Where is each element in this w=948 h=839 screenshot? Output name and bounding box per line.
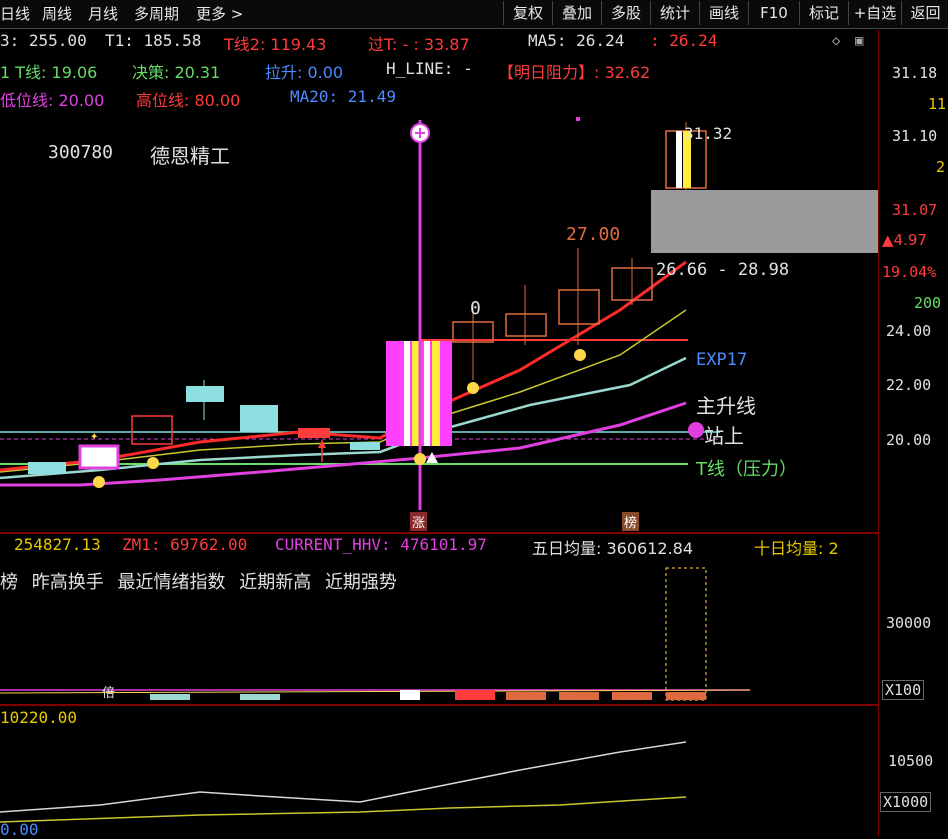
bottom-scale[interactable]: X1000 xyxy=(880,792,932,812)
volume-value: CURRENT_HHV: 476101.97 xyxy=(275,535,487,554)
rank-badge[interactable]: 榜 xyxy=(622,512,640,531)
t-line-label: T线（压力） xyxy=(696,459,797,480)
axis-label: 31.18 xyxy=(892,64,938,82)
main-rise-label: 主升线 xyxy=(696,394,756,418)
axis-label: 24.00 xyxy=(886,322,932,340)
tag-yesterday-turnover[interactable]: 昨高换手 xyxy=(32,572,104,593)
candle-stripe xyxy=(404,341,410,446)
exp17-label: EXP17 xyxy=(696,350,748,370)
volume-value: ZM1: 69762.00 xyxy=(122,535,248,554)
volume-axis-label: 30000 xyxy=(886,614,932,632)
axis-label: 200 xyxy=(914,294,942,312)
station-up-dot xyxy=(688,422,704,438)
axis-label: 31.10 xyxy=(892,127,938,145)
signal-dot xyxy=(93,476,105,488)
dot-marker xyxy=(576,117,580,121)
limit-up-badge[interactable]: 涨 xyxy=(410,512,428,531)
axis-label: 2 xyxy=(936,158,946,176)
candle xyxy=(28,462,66,474)
volume-bar xyxy=(400,690,420,700)
main-rise-line xyxy=(0,401,687,487)
bottom-axis-label: 10500 xyxy=(888,752,934,770)
volume-scale[interactable]: X100 xyxy=(882,680,925,700)
volume-bar xyxy=(612,692,652,700)
butterfly-icon: ✦ xyxy=(90,428,99,444)
tag-rank[interactable]: 榜 xyxy=(0,572,18,593)
footer-value: 0.00 xyxy=(0,820,39,839)
volume-value: 十日均量: 2 xyxy=(754,539,839,558)
candle xyxy=(131,415,173,445)
high-price-label: 31.32 xyxy=(684,124,733,143)
volume-bar xyxy=(666,692,706,700)
axis-label: 31.07 xyxy=(892,201,938,219)
tag-recent-strong[interactable]: 近期强势 xyxy=(325,572,397,593)
signal-dot xyxy=(414,453,426,465)
back-button[interactable]: 返回 xyxy=(901,1,948,25)
candle xyxy=(78,444,120,470)
volume-bar xyxy=(665,567,707,701)
volume-bar xyxy=(506,692,546,700)
resistance-zone xyxy=(651,190,878,253)
candle xyxy=(240,405,278,432)
indicator-curve xyxy=(0,741,687,813)
multiplier-tag: 倍 xyxy=(102,686,116,701)
candle xyxy=(298,428,330,438)
peak-label: 27.00 xyxy=(566,224,621,245)
volume-bar xyxy=(559,692,599,700)
volume-value: 五日均量: 360612.84 xyxy=(532,539,694,558)
volume-bar xyxy=(150,694,190,700)
candle-stripe xyxy=(676,131,682,188)
volume-value: 254827.13 xyxy=(14,535,101,554)
bottom-indicator-value: 10220.00 xyxy=(0,708,78,727)
axis-label: 20.00 xyxy=(886,431,932,449)
volume-tags: 榜 昨高换手 最近情绪指数 近期新高 近期强势 xyxy=(0,568,397,594)
tag-sentiment-index[interactable]: 最近情绪指数 xyxy=(117,572,225,593)
signal-dot xyxy=(467,382,479,394)
volume-bar xyxy=(240,694,280,700)
signal-dot xyxy=(574,349,586,361)
tag-recent-high[interactable]: 近期新高 xyxy=(239,572,311,593)
zero-label: 0 xyxy=(470,298,481,319)
candle xyxy=(505,313,547,337)
candle xyxy=(186,386,224,402)
volume-bar xyxy=(455,690,495,700)
candle-stripe xyxy=(432,341,440,446)
axis-label: 11 xyxy=(928,95,947,113)
axis-label: 22.00 xyxy=(886,376,932,394)
change-label: ▲4.97 xyxy=(882,231,927,249)
range-label: 26.66 - 28.98 xyxy=(656,260,790,280)
station-up-label: 站上 xyxy=(704,424,744,448)
candle xyxy=(558,289,600,325)
signal-dot xyxy=(147,457,159,469)
change-percent-label: 19.04% xyxy=(882,263,937,281)
candle-stripe xyxy=(424,341,430,446)
candle xyxy=(350,442,380,450)
